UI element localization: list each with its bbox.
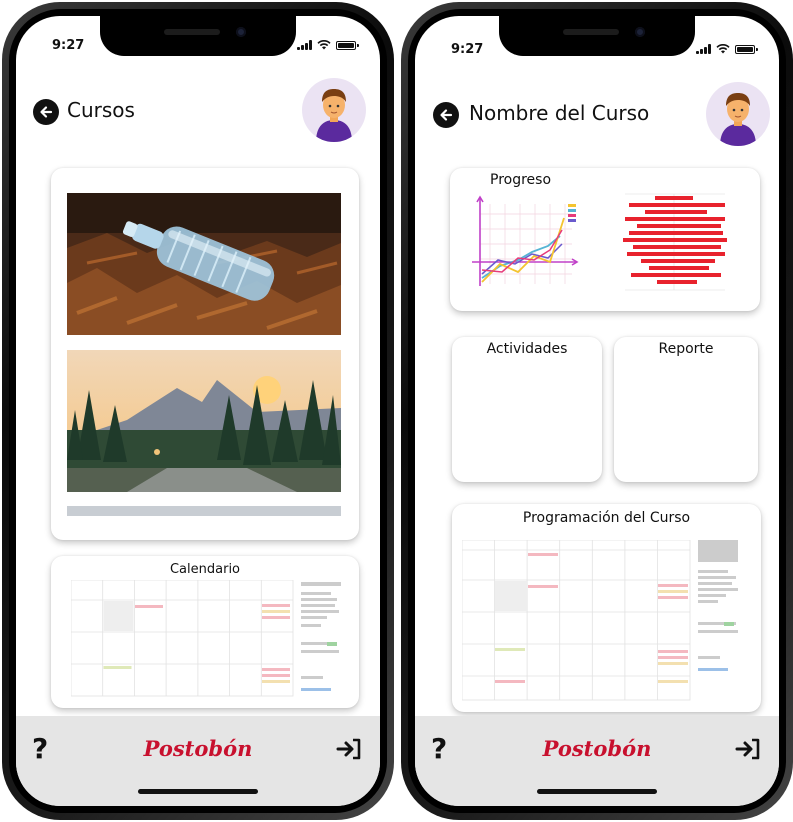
calendar-title: Calendario	[169, 562, 241, 577]
report-card[interactable]: Reporte	[614, 337, 758, 482]
schedule-calendar-thumbnail	[462, 540, 738, 701]
speaker-grille	[563, 29, 619, 35]
brand-logo: Postobón	[542, 736, 652, 761]
course-image-bottle[interactable]	[67, 193, 341, 335]
status-icons	[696, 44, 758, 54]
phone-notch	[100, 16, 296, 56]
user-avatar-icon	[720, 93, 756, 146]
user-avatar[interactable]	[706, 82, 770, 146]
course-image-forest[interactable]	[67, 350, 341, 492]
page-title: Cursos	[67, 98, 135, 122]
battery-icon	[735, 44, 758, 54]
back-button[interactable]	[33, 99, 59, 125]
line-chart-thumbnail	[460, 194, 590, 294]
arrow-left-icon	[440, 109, 453, 121]
status-icons	[297, 40, 359, 50]
forest-image	[67, 350, 341, 492]
course-detail-screen: 9:27 Nombre del Curso Progreso Actividad…	[415, 16, 779, 806]
speaker-grille	[164, 29, 220, 35]
course-image-partial[interactable]	[67, 506, 341, 516]
wifi-icon	[716, 44, 730, 54]
status-time: 9:27	[52, 38, 85, 53]
courses-images-card[interactable]	[51, 168, 359, 540]
phone-frame-courses: 9:27 Cursos Calendario ? Postobón	[2, 2, 394, 820]
plastic-bottle-image	[67, 193, 341, 335]
status-time: 9:27	[451, 42, 484, 57]
schedule-card[interactable]: Programación del Curso	[452, 504, 761, 712]
page-title: Nombre del Curso	[469, 101, 650, 125]
login-arrow-icon[interactable]	[336, 738, 362, 760]
report-title: Reporte	[658, 341, 714, 357]
schedule-title: Programación del Curso	[522, 510, 691, 526]
activities-title: Actividades	[486, 341, 568, 357]
bar-chart-thumbnail	[615, 186, 733, 298]
cell-signal-icon	[297, 40, 312, 50]
front-camera	[635, 27, 645, 37]
back-button[interactable]	[433, 102, 459, 128]
phone-frame-course-detail: 9:27 Nombre del Curso Progreso Actividad…	[401, 2, 793, 820]
login-arrow-icon[interactable]	[735, 738, 761, 760]
home-indicator	[537, 789, 657, 794]
cell-signal-icon	[696, 44, 711, 54]
app-footer: ? Postobón	[16, 716, 380, 806]
brand-logo: Postobón	[143, 736, 253, 761]
front-camera	[236, 27, 246, 37]
app-footer: ? Postobón	[415, 716, 779, 806]
activities-card[interactable]: Actividades	[452, 337, 602, 482]
arrow-left-icon	[40, 106, 53, 118]
progress-title: Progreso	[490, 172, 552, 188]
home-indicator	[138, 789, 258, 794]
phone-notch	[499, 16, 695, 56]
battery-icon	[336, 40, 359, 50]
user-avatar[interactable]	[302, 78, 366, 142]
wifi-icon	[317, 40, 331, 50]
calendar-thumbnail	[71, 580, 341, 697]
calendar-card[interactable]: Calendario	[51, 556, 359, 708]
progress-card[interactable]: Progreso	[450, 168, 760, 311]
user-avatar-icon	[316, 89, 352, 142]
courses-screen: 9:27 Cursos Calendario ? Postobón	[16, 16, 380, 806]
